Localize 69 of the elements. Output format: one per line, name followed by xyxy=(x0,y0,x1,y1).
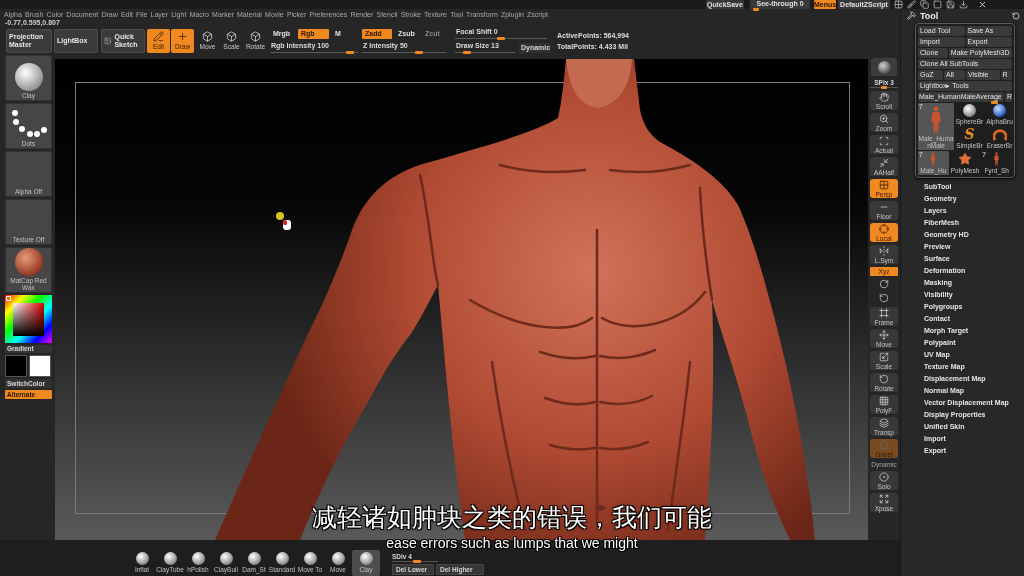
slider-thumb[interactable] xyxy=(412,560,421,563)
slider-thumb[interactable] xyxy=(462,51,471,54)
crosshair-icon xyxy=(879,223,889,234)
brush-sphere-icon xyxy=(275,552,289,565)
plus-icon xyxy=(177,31,188,42)
slider-thumb[interactable] xyxy=(415,50,424,54)
color-swatch-icon[interactable] xyxy=(5,355,27,377)
zoom-icon xyxy=(879,113,889,124)
slider-thumb[interactable] xyxy=(990,101,998,104)
subtitle-text: ease errors such as lumps that we might xyxy=(386,536,638,551)
subtitle-text: 减轻诸如肿块之类的错误，我们可能 xyxy=(312,503,712,533)
close-icon[interactable] xyxy=(978,0,987,9)
panel-title: Tool xyxy=(920,10,940,21)
frame-icon xyxy=(879,307,889,318)
cube-icon xyxy=(226,31,237,42)
ghost-icon xyxy=(879,439,889,450)
arrows-in-icon xyxy=(879,157,889,168)
hand-icon xyxy=(879,91,889,102)
rotate-icon[interactable] xyxy=(879,293,889,303)
figure-icon xyxy=(929,106,943,134)
cube-icon xyxy=(250,31,261,42)
color-picker[interactable] xyxy=(5,295,52,343)
color-swatch-icon[interactable] xyxy=(29,355,51,377)
move-icon xyxy=(879,329,889,340)
brush-sphere-icon xyxy=(247,552,261,565)
arc-icon xyxy=(992,128,1007,141)
figure-icon xyxy=(993,152,1001,166)
brush-sphere-icon xyxy=(163,552,177,565)
sphere-icon xyxy=(963,104,976,117)
layers-icon xyxy=(879,417,889,428)
square-icon[interactable] xyxy=(933,0,942,9)
clay-sphere-icon xyxy=(14,63,43,91)
target-icon xyxy=(879,471,889,482)
brush-sphere-icon xyxy=(191,552,205,565)
hammer-icon xyxy=(907,11,916,20)
material-sphere-icon xyxy=(12,248,45,276)
dot-stroke-icon xyxy=(10,109,47,139)
sphere-icon xyxy=(877,60,891,74)
render-button[interactable] xyxy=(871,58,897,76)
mirror-icon xyxy=(879,245,889,256)
grid-icon[interactable] xyxy=(894,0,903,9)
brush-sphere-icon xyxy=(359,552,373,565)
slider-thumb[interactable] xyxy=(346,50,354,54)
grid-icon xyxy=(879,179,889,190)
figure-icon xyxy=(929,152,938,166)
scan-frame-icon xyxy=(879,135,889,146)
brush-sphere-icon xyxy=(135,552,149,565)
slider-thumb[interactable] xyxy=(881,86,887,89)
grid-icon xyxy=(879,395,889,406)
reset-icon[interactable] xyxy=(1012,11,1020,20)
brush-sphere-icon xyxy=(303,552,317,565)
download-icon[interactable] xyxy=(959,0,968,9)
pencil-icon xyxy=(153,31,164,42)
star-icon xyxy=(958,152,972,166)
slider-thumb[interactable] xyxy=(752,8,759,11)
rotate-icon xyxy=(879,373,889,384)
brush-sphere-icon xyxy=(331,552,345,565)
brush-sphere-icon xyxy=(219,552,233,565)
slider-thumb[interactable] xyxy=(497,37,505,40)
brush-glyph: S xyxy=(964,128,975,141)
copy-icon[interactable] xyxy=(920,0,929,9)
cube-icon xyxy=(202,31,213,42)
brush-cursor-icon xyxy=(276,211,292,231)
rotate-icon[interactable] xyxy=(879,279,889,289)
scale-icon xyxy=(879,351,889,362)
glossy-sphere-icon xyxy=(993,104,1006,117)
save-icon[interactable] xyxy=(946,0,955,9)
expand-icon xyxy=(879,493,889,504)
brush-icon[interactable] xyxy=(907,0,916,9)
